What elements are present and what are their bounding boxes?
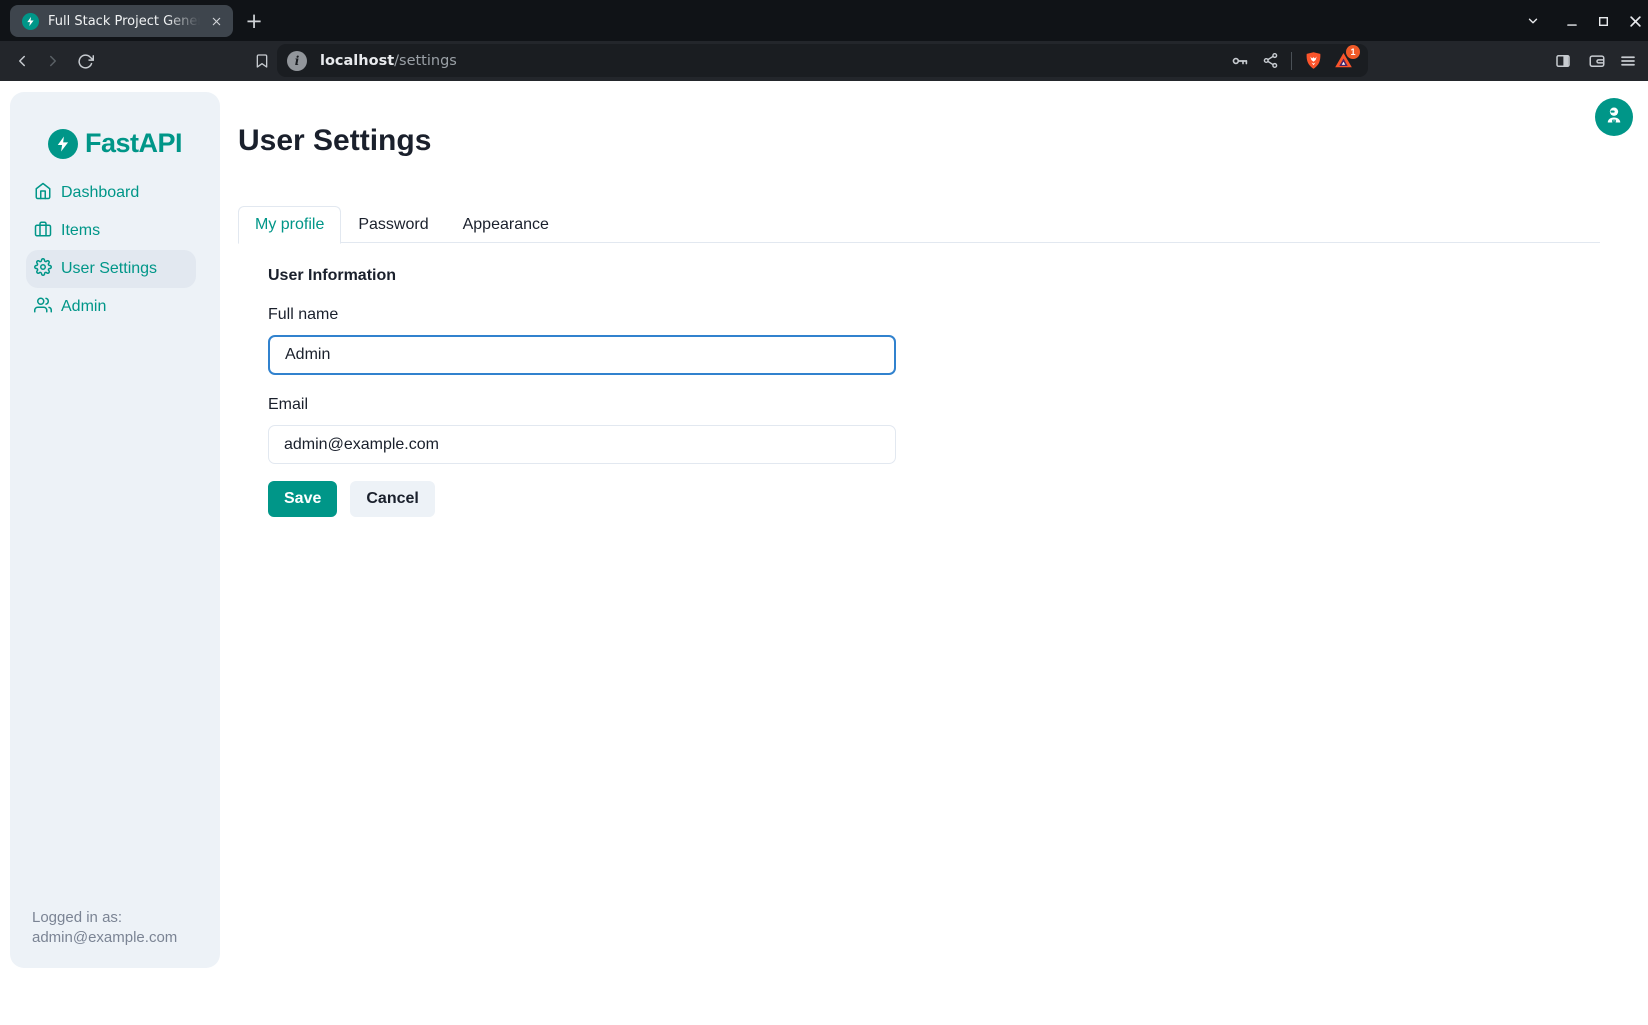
sidebar-item-items[interactable]: Items — [26, 212, 196, 250]
logged-in-email: admin@example.com — [32, 928, 177, 948]
briefcase-icon — [34, 220, 52, 243]
section-title: User Information — [268, 267, 896, 285]
browser-tab-title: Full Stack Project Genera — [48, 14, 200, 29]
brave-shield-icon[interactable] — [1298, 47, 1328, 75]
tab-search-chevron-icon[interactable] — [1519, 8, 1547, 34]
home-icon — [34, 182, 52, 205]
sidebar-toggle-icon[interactable] — [1547, 45, 1579, 77]
window-maximize-button[interactable] — [1589, 8, 1617, 34]
new-tab-button[interactable]: + — [241, 8, 267, 34]
tab-password[interactable]: Password — [341, 206, 445, 244]
tab-close-icon[interactable] — [207, 12, 225, 30]
browser-window: Full Stack Project Genera + — [0, 0, 1648, 1025]
rewards-badge: 1 — [1346, 45, 1360, 59]
tab-appearance[interactable]: Appearance — [446, 206, 566, 244]
form-actions: Save Cancel — [268, 481, 896, 517]
site-info-icon[interactable]: i — [287, 51, 307, 71]
user-information-form: User Information Full name Email Save Ca… — [268, 267, 896, 517]
fastapi-logo-text: FastAPI — [85, 128, 182, 159]
page-title: User Settings — [238, 124, 431, 158]
password-key-icon[interactable] — [1225, 47, 1255, 75]
sidebar-item-label: Admin — [61, 298, 106, 316]
settings-tabs: My profile Password Appearance — [238, 205, 1600, 243]
window-minimize-button[interactable] — [1558, 8, 1586, 34]
browser-toolbar: i localhost/settings 1 — [0, 41, 1648, 81]
gear-icon — [34, 258, 52, 281]
logged-in-info: Logged in as: admin@example.com — [32, 908, 177, 948]
window-close-button[interactable] — [1621, 8, 1648, 34]
tab-my-profile[interactable]: My profile — [238, 206, 341, 244]
sidebar-item-admin[interactable]: Admin — [26, 288, 196, 326]
forward-button — [37, 45, 69, 77]
reload-button[interactable] — [69, 45, 101, 77]
logged-in-label: Logged in as: — [32, 908, 177, 928]
url-text: localhost/settings — [320, 53, 457, 69]
url-bar[interactable]: i localhost/settings 1 — [277, 44, 1368, 77]
full-name-input[interactable] — [268, 335, 896, 375]
sidebar-item-dashboard[interactable]: Dashboard — [26, 174, 196, 212]
share-icon[interactable] — [1255, 47, 1285, 75]
menu-hamburger-icon[interactable] — [1612, 45, 1644, 77]
back-button[interactable] — [6, 45, 38, 77]
app-content: FastAPI Dashboard Items — [0, 81, 1648, 1025]
sidebar-item-user-settings[interactable]: User Settings — [26, 250, 196, 288]
toolbar-divider — [1291, 52, 1292, 70]
sidebar-item-label: Items — [61, 222, 100, 240]
brave-rewards-icon[interactable]: 1 — [1328, 47, 1358, 75]
cancel-button[interactable]: Cancel — [350, 481, 434, 517]
browser-tab[interactable]: Full Stack Project Genera — [10, 5, 233, 37]
fastapi-favicon-icon — [22, 13, 39, 30]
email-label: Email — [268, 396, 896, 414]
sidebar-item-label: Dashboard — [61, 184, 139, 202]
user-menu-button[interactable] — [1595, 98, 1633, 136]
browser-tab-strip: Full Stack Project Genera + — [0, 0, 1648, 41]
save-button[interactable]: Save — [268, 481, 337, 517]
fastapi-logo: FastAPI — [10, 128, 220, 159]
fastapi-logo-icon — [48, 129, 78, 159]
sidebar: FastAPI Dashboard Items — [10, 92, 220, 968]
sidebar-nav: Dashboard Items User Settings — [26, 174, 206, 326]
bookmark-icon[interactable] — [246, 45, 278, 77]
email-input[interactable] — [268, 425, 896, 464]
user-astronaut-icon — [1604, 105, 1624, 130]
full-name-label: Full name — [268, 306, 896, 324]
sidebar-item-label: User Settings — [61, 260, 157, 278]
wallet-icon[interactable] — [1581, 45, 1613, 77]
users-icon — [34, 296, 52, 319]
